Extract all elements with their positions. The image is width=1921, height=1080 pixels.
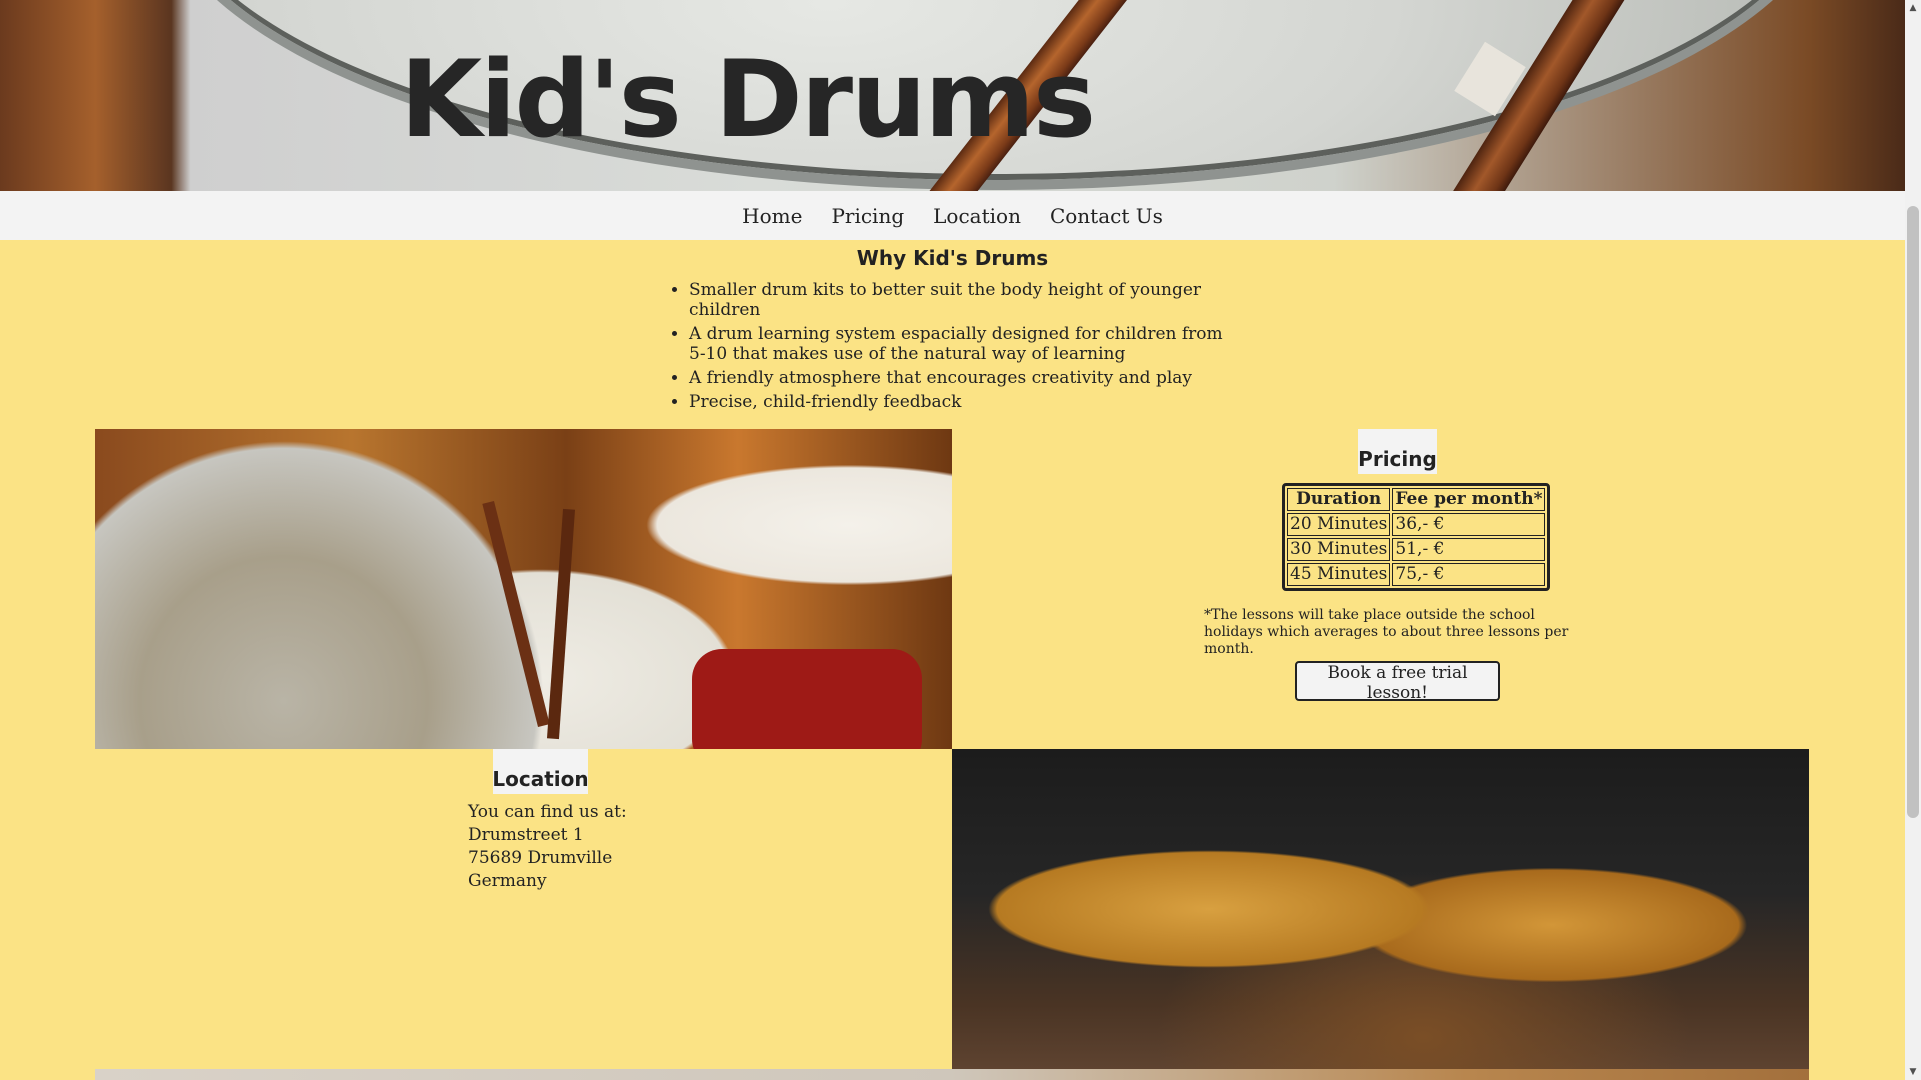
address-line: You can find us at: [468, 802, 627, 822]
main-nav: Home Pricing Location Contact Us [0, 191, 1905, 240]
table-row: 20 Minutes 36,- € [1287, 513, 1546, 536]
address-line: 75689 Drumville [468, 848, 613, 868]
pricing-footnote: *The lessons will take place outside the… [1204, 607, 1569, 657]
why-title: Why Kid's Drums [856, 246, 1049, 270]
nav-link-home[interactable]: Home [742, 204, 802, 228]
page-scrollbar[interactable]: ▲ ▼ [1905, 0, 1921, 1080]
list-item: Precise, child-friendly feedback [689, 392, 1234, 412]
list-item: A friendly atmosphere that encourages cr… [689, 368, 1234, 388]
list-item: A drum learning system espacially design… [689, 324, 1234, 364]
book-trial-button[interactable]: Book a free trial lesson! [1295, 661, 1500, 703]
table-cell: 75,- € [1392, 563, 1546, 586]
nav-link-pricing[interactable]: Pricing [831, 204, 904, 228]
table-row: 45 Minutes 75,- € [1287, 563, 1546, 586]
table-cell: 51,- € [1392, 538, 1546, 561]
site-title: Kid's Drums [400, 38, 1096, 161]
scroll-up-arrow-icon[interactable]: ▲ [1905, 0, 1921, 16]
pricing-title: Pricing [1358, 429, 1437, 474]
why-section: Why Kid's Drums Smaller drum kits to bet… [0, 246, 1905, 412]
pricing-table: Duration Fee per month* 20 Minutes 36,- … [1282, 483, 1551, 591]
scrollbar-thumb[interactable] [1907, 206, 1919, 818]
nav-link-contact[interactable]: Contact Us [1050, 204, 1163, 228]
address-block: You can find us at: Drumstreet 1 75689 D… [468, 801, 627, 893]
location-section: Location You can find us at: Drumstreet … [95, 749, 952, 1069]
table-header-cell: Fee per month* [1392, 488, 1546, 511]
why-list: Smaller drum kits to better suit the bod… [689, 280, 1234, 416]
table-row: 30 Minutes 51,- € [1287, 538, 1546, 561]
table-cell: 36,- € [1392, 513, 1546, 536]
table-cell: 45 Minutes [1287, 563, 1391, 586]
drumstick-shape [546, 508, 576, 740]
address-line: Germany [468, 871, 547, 891]
address-line: Drumstreet 1 [468, 825, 584, 845]
drumstick-shape [482, 500, 550, 728]
table-header-row: Duration Fee per month* [1287, 488, 1546, 511]
list-item: Smaller drum kits to better suit the bod… [689, 280, 1234, 320]
table-cell: 20 Minutes [1287, 513, 1391, 536]
drum-kit-photo [95, 429, 952, 749]
table-cell: 30 Minutes [1287, 538, 1391, 561]
location-title: Location [492, 749, 589, 794]
seat-shape [692, 649, 922, 749]
next-section-photo [95, 1069, 1809, 1080]
pricing-section: Pricing Duration Fee per month* 20 Minut… [952, 429, 1809, 749]
hero-banner: Kid's Drums [0, 0, 1905, 191]
nav-link-location[interactable]: Location [933, 204, 1021, 228]
scroll-down-arrow-icon[interactable]: ▼ [1905, 1064, 1921, 1080]
drum-kit-stage-photo [952, 749, 1809, 1069]
table-header-cell: Duration [1287, 488, 1391, 511]
